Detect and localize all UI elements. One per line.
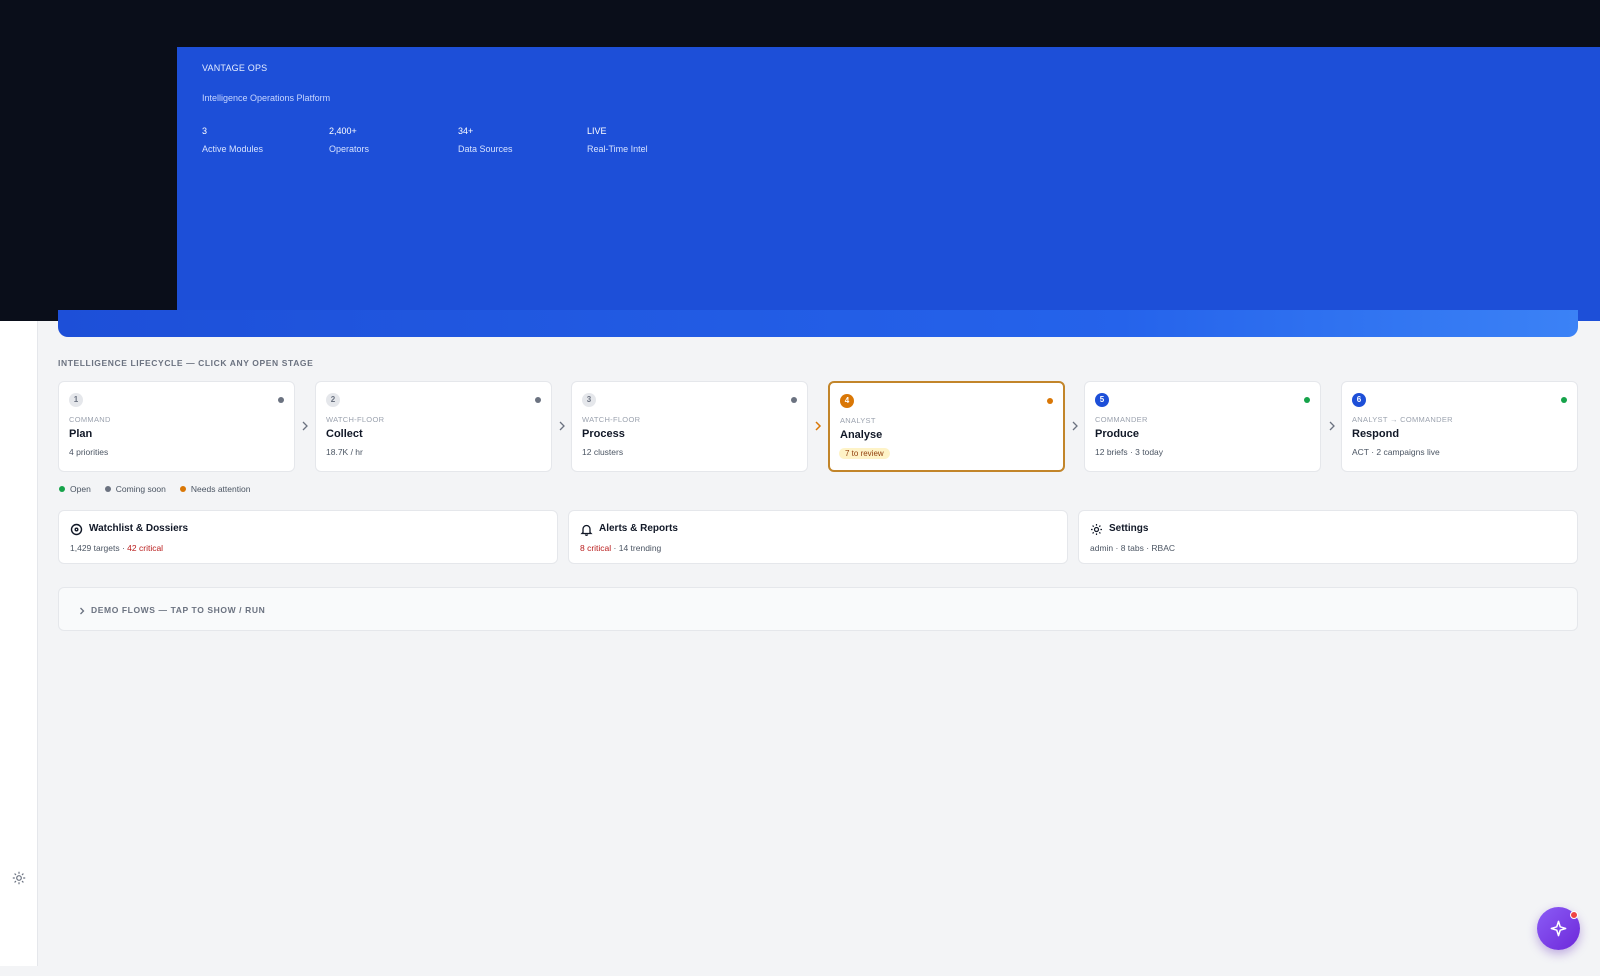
legend-coming-soon: Coming soon [104, 484, 166, 494]
sparkle-icon [1549, 919, 1568, 938]
module-title: Watchlist & Dossiers [89, 523, 189, 534]
hero-bottom-strip [58, 310, 1578, 337]
demo-flows-toggle[interactable]: DEMO FLOWS — TAP TO SHOW / RUN [58, 587, 1578, 631]
stage-meta: 12 briefs · 3 today [1095, 447, 1164, 457]
stage-meta: 4 priorities [69, 447, 109, 457]
green-dot-icon [59, 486, 65, 492]
stage-card-respond[interactable]: 6 ANALYST → COMMANDER Respond ACT · 2 ca… [1341, 381, 1578, 472]
stage-number: 4 [840, 394, 854, 408]
stage-title: Process [582, 428, 625, 440]
demo-flows-label: DEMO FLOWS — TAP TO SHOW / RUN [91, 605, 266, 615]
stat-value: 34+ [458, 126, 474, 136]
stage-title: Respond [1352, 428, 1400, 440]
status-legend: Open Coming soon Needs attention [59, 484, 250, 494]
status-dot [791, 397, 797, 403]
stat-operators: 2,400+ Operators [329, 126, 369, 154]
status-dot [535, 397, 541, 403]
stage-card-produce[interactable]: 5 COMMANDER Produce 12 briefs · 3 today [1084, 381, 1321, 472]
stage-meta: 12 clusters [582, 447, 624, 457]
review-badge: 7 to review [839, 448, 890, 459]
stat-label: Active Modules [202, 144, 264, 154]
stat-value: 3 [202, 126, 208, 136]
stage-number: 5 [1095, 393, 1109, 407]
stat-label: Operators [329, 144, 370, 154]
module-title: Settings [1109, 523, 1149, 534]
assistant-button[interactable] [1537, 907, 1580, 950]
hero-banner: VANTAGE OPS Intelligence Operations Plat… [177, 47, 1600, 321]
status-dot [1561, 397, 1567, 403]
target-count: 1,429 targets · [70, 543, 128, 553]
module-meta: 1,429 targets · 42 critical [70, 543, 163, 553]
stage-role: ANALYST → COMMANDER [1352, 415, 1453, 424]
gray-dot-icon [104, 486, 111, 492]
gear-icon [1090, 523, 1103, 536]
critical-count: 8 critical [580, 543, 612, 553]
stage-role: ANALYST [840, 416, 876, 425]
stage-role: WATCH-FLOOR [326, 415, 385, 424]
status-dot [278, 397, 284, 403]
status-dot [1304, 397, 1310, 403]
module-watchlist[interactable]: Watchlist & Dossiers 1,429 targets · 42 … [58, 510, 558, 564]
module-meta: 8 critical · 14 trending [580, 543, 661, 553]
trending-count: · 14 trending [611, 543, 662, 553]
stat-value: LIVE [587, 126, 607, 136]
legend-label: Open [70, 484, 91, 494]
stage-number: 1 [69, 393, 83, 407]
target-icon [70, 523, 83, 536]
chevron-right-icon [300, 419, 310, 433]
chevron-right-icon [1327, 419, 1337, 433]
sidebar-dark-panel [0, 47, 177, 321]
brand-title: VANTAGE OPS [202, 63, 268, 73]
stage-title: Produce [1095, 428, 1140, 440]
legend-needs-attention: Needs attention [179, 484, 251, 494]
stage-role: COMMANDER [1095, 415, 1148, 424]
legend-open: Open [59, 484, 91, 494]
stage-meta: 18.7K / hr [326, 447, 363, 457]
stat-data-sources: 34+ Data Sources [458, 126, 513, 154]
chevron-right-icon [813, 419, 823, 433]
stage-title: Plan [69, 428, 93, 440]
bell-icon [580, 523, 593, 536]
module-title: Alerts & Reports [599, 523, 678, 534]
stage-role: WATCH-FLOOR [582, 415, 641, 424]
settings-cog-icon[interactable] [11, 870, 27, 886]
lifecycle-heading: INTELLIGENCE LIFECYCLE — CLICK ANY OPEN … [58, 358, 314, 368]
chevron-right-icon [557, 419, 567, 433]
top-bar [0, 0, 1600, 47]
stat-value: 2,400+ [329, 126, 357, 136]
stage-meta: ACT · 2 campaigns live [1352, 447, 1440, 457]
module-settings[interactable]: Settings admin · 8 tabs · RBAC [1078, 510, 1578, 564]
notification-dot [1570, 911, 1578, 919]
legend-label: Coming soon [115, 484, 166, 494]
stat-active-modules: 3 Active Modules [202, 126, 263, 154]
stage-card-collect[interactable]: 2 WATCH-FLOOR Collect 18.7K / hr [315, 381, 552, 472]
stage-number: 2 [326, 393, 340, 407]
status-dot [1047, 398, 1053, 404]
stage-role: COMMAND [69, 415, 111, 424]
module-alerts-reports[interactable]: Alerts & Reports 8 critical · 14 trendin… [568, 510, 1068, 564]
stage-title: Analyse [840, 429, 883, 441]
module-meta: admin · 8 tabs · RBAC [1090, 543, 1176, 553]
stage-card-plan[interactable]: 1 COMMAND Plan 4 priorities [58, 381, 295, 472]
stage-card-analyse[interactable]: 4 ANALYST Analyse 7 to review [828, 381, 1065, 472]
legend-label: Needs attention [190, 484, 251, 494]
critical-count: 42 critical [127, 543, 164, 553]
stage-card-process[interactable]: 3 WATCH-FLOOR Process 12 clusters [571, 381, 808, 472]
chevron-right-icon [1070, 419, 1080, 433]
chevron-right-icon [77, 604, 87, 616]
stat-label: Data Sources [458, 144, 513, 154]
orange-dot-icon [179, 486, 186, 492]
stat-label: Real-Time Intel [587, 144, 648, 154]
stage-number: 6 [1352, 393, 1366, 407]
stage-number: 3 [582, 393, 596, 407]
stat-real-time: LIVE Real-Time Intel [587, 126, 648, 154]
brand-subtitle: Intelligence Operations Platform [202, 93, 331, 103]
stage-title: Collect [326, 428, 363, 440]
